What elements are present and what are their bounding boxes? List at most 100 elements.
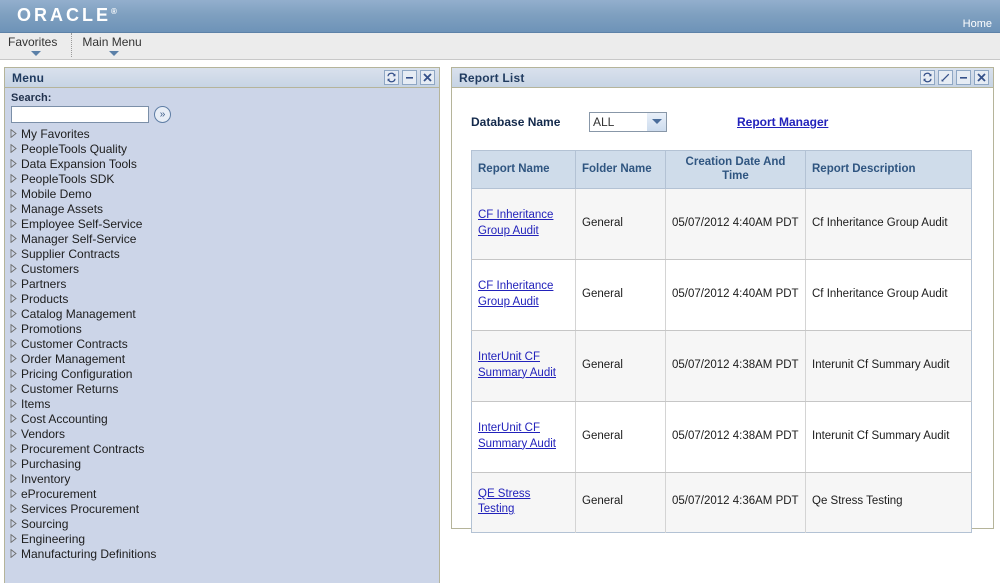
menu-item[interactable]: Manager Self-Service [5, 231, 439, 246]
cell-report-description: Interunit Cf Summary Audit [806, 401, 972, 472]
menu-item[interactable]: Supplier Contracts [5, 246, 439, 261]
menu-item-label: Services Procurement [21, 502, 139, 516]
cell-report-name: InterUnit CF Summary Audit [472, 401, 576, 472]
column-header-creation-date[interactable]: Creation Date And Time [666, 151, 806, 189]
refresh-icon[interactable] [384, 70, 399, 85]
cell-report-description: Cf Inheritance Group Audit [806, 259, 972, 330]
menu-item[interactable]: Products [5, 291, 439, 306]
cell-report-description: Interunit Cf Summary Audit [806, 330, 972, 401]
minimize-icon[interactable] [956, 70, 971, 85]
menu-item[interactable]: Customers [5, 261, 439, 276]
database-select-wrapper: ALL [589, 112, 667, 132]
menu-item[interactable]: My Favorites [5, 126, 439, 141]
menu-item[interactable]: Catalog Management [5, 306, 439, 321]
column-header-report-description[interactable]: Report Description [806, 151, 972, 189]
menu-item[interactable]: Cost Accounting [5, 411, 439, 426]
edit-icon[interactable] [938, 70, 953, 85]
expand-triangle-icon [10, 129, 21, 138]
oracle-logo: ORACLE® [17, 5, 117, 26]
registered-mark: ® [111, 7, 117, 16]
report-name-link[interactable]: QE Stress Testing [478, 488, 530, 516]
menu-item[interactable]: Vendors [5, 426, 439, 441]
search-input[interactable] [11, 106, 149, 123]
cell-folder-name: General [576, 472, 666, 532]
report-name-link[interactable]: CF Inheritance Group Audit [478, 209, 553, 237]
report-name-link[interactable]: CF Inheritance Group Audit [478, 280, 553, 308]
table-row: QE Stress TestingGeneral05/07/2012 4:36A… [472, 472, 972, 532]
menu-item[interactable]: Order Management [5, 351, 439, 366]
home-link[interactable]: Home [963, 18, 992, 30]
menu-item-label: Procurement Contracts [21, 442, 144, 456]
expand-triangle-icon [10, 369, 21, 378]
menu-item[interactable]: PeopleTools SDK [5, 171, 439, 186]
table-row: InterUnit CF Summary AuditGeneral05/07/2… [472, 330, 972, 401]
menu-item-label: Supplier Contracts [21, 247, 120, 261]
menu-item[interactable]: Engineering [5, 531, 439, 546]
table-row: CF Inheritance Group Audit General05/07/2… [472, 188, 972, 259]
report-pagelet-actions [920, 70, 989, 85]
menu-item[interactable]: Employee Self-Service [5, 216, 439, 231]
menu-item[interactable]: Customer Returns [5, 381, 439, 396]
database-name-label: Database Name [471, 115, 589, 129]
expand-triangle-icon [10, 474, 21, 483]
expand-triangle-icon [10, 204, 21, 213]
menu-item[interactable]: Inventory [5, 471, 439, 486]
menu-item[interactable]: Promotions [5, 321, 439, 336]
primary-nav: Favorites Main Menu [0, 33, 1000, 60]
menu-item-label: Customer Returns [21, 382, 118, 396]
database-filter-row: Database Name ALL Report Manager [452, 88, 993, 132]
expand-triangle-icon [10, 534, 21, 543]
menu-item-label: Manage Assets [21, 202, 103, 216]
report-pagelet-title: Report List [452, 71, 525, 85]
report-list-pagelet: Report List [451, 67, 994, 529]
expand-triangle-icon [10, 159, 21, 168]
menu-item-label: PeopleTools SDK [21, 172, 114, 186]
menu-item[interactable]: Manage Assets [5, 201, 439, 216]
menu-item[interactable]: PeopleTools Quality [5, 141, 439, 156]
nav-item-favorites[interactable]: Favorites [0, 33, 71, 57]
minimize-icon[interactable] [402, 70, 417, 85]
nav-item-label: Main Menu [82, 35, 141, 49]
menu-pagelet-header: Menu [5, 68, 439, 88]
menu-item-list: My FavoritesPeopleTools QualityData Expa… [5, 125, 439, 561]
cell-folder-name: General [576, 188, 666, 259]
search-submit-icon[interactable]: » [154, 106, 171, 123]
menu-item[interactable]: Sourcing [5, 516, 439, 531]
close-icon[interactable] [420, 70, 435, 85]
menu-item[interactable]: Services Procurement [5, 501, 439, 516]
report-name-link[interactable]: InterUnit CF Summary Audit [478, 422, 556, 450]
expand-triangle-icon [10, 354, 21, 363]
report-name-link[interactable]: InterUnit CF Summary Audit [478, 351, 556, 379]
column-header-folder-name[interactable]: Folder Name [576, 151, 666, 189]
menu-item[interactable]: Data Expansion Tools [5, 156, 439, 171]
branding-bar: ORACLE® Home [0, 0, 1000, 33]
cell-folder-name: General [576, 330, 666, 401]
close-icon[interactable] [974, 70, 989, 85]
refresh-icon[interactable] [920, 70, 935, 85]
menu-item[interactable]: Procurement Contracts [5, 441, 439, 456]
menu-item[interactable]: Mobile Demo [5, 186, 439, 201]
report-manager-link[interactable]: Report Manager [737, 115, 828, 129]
menu-item[interactable]: Pricing Configuration [5, 366, 439, 381]
search-label: Search: [11, 92, 439, 104]
menu-item[interactable]: eProcurement [5, 486, 439, 501]
menu-item[interactable]: Partners [5, 276, 439, 291]
nav-item-main-menu[interactable]: Main Menu [71, 33, 155, 57]
cell-creation-date: 05/07/2012 4:40AM PDT [666, 188, 806, 259]
column-header-report-name[interactable]: Report Name [472, 151, 576, 189]
menu-item-label: Manager Self-Service [21, 232, 136, 246]
cell-creation-date: 05/07/2012 4:38AM PDT [666, 401, 806, 472]
menu-item[interactable]: Items [5, 396, 439, 411]
page-body: Menu [0, 60, 1000, 583]
search-row: » [11, 106, 439, 123]
expand-triangle-icon [10, 489, 21, 498]
expand-triangle-icon [10, 549, 21, 558]
menu-item[interactable]: Purchasing [5, 456, 439, 471]
menu-item[interactable]: Customer Contracts [5, 336, 439, 351]
menu-item-label: Customer Contracts [21, 337, 128, 351]
menu-item[interactable]: Manufacturing Definitions [5, 546, 439, 561]
cell-report-name: CF Inheritance Group Audit [472, 259, 576, 330]
report-list-table: Report Name Folder Name Creation Date An… [471, 150, 972, 533]
expand-triangle-icon [10, 504, 21, 513]
database-name-select[interactable]: ALL [589, 112, 667, 132]
